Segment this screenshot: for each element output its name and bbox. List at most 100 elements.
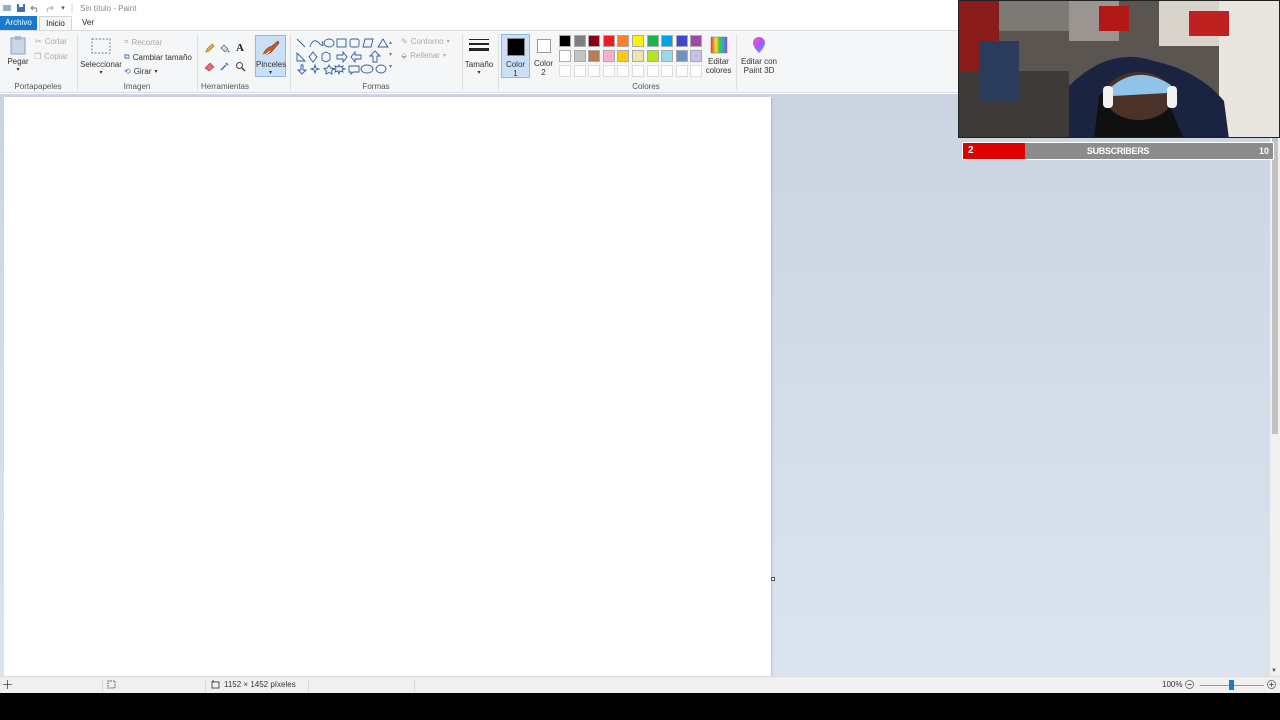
fill-icon: ⬙: [401, 51, 408, 60]
color-swatch[interactable]: [588, 50, 601, 62]
shapes-scroll[interactable]: ▴ ▾ ▾: [389, 37, 392, 73]
color-swatch[interactable]: [690, 50, 703, 62]
custom-color-slot[interactable]: [661, 65, 674, 77]
crosshair-icon: [3, 680, 12, 689]
edit-colors-line1: Editar: [708, 57, 729, 66]
shapes-gallery[interactable]: [295, 37, 395, 75]
color-swatch[interactable]: [675, 35, 688, 47]
color-swatch[interactable]: [661, 35, 674, 47]
color-swatch[interactable]: [602, 50, 615, 62]
custom-color-slot[interactable]: [588, 65, 601, 77]
outline-label: Contorno: [410, 37, 444, 46]
chevron-down-icon: ▾: [16, 67, 20, 73]
selection-size: [107, 680, 116, 689]
magnifier-icon[interactable]: [233, 59, 247, 73]
color-swatch[interactable]: [617, 50, 630, 62]
zoom-slider-thumb[interactable]: [1229, 680, 1234, 690]
color-picker-icon[interactable]: [217, 59, 231, 73]
color-swatch[interactable]: [573, 35, 586, 47]
divider: [102, 679, 103, 692]
rotate-button[interactable]: ⟲ Girar ▾: [124, 67, 158, 76]
color-swatch[interactable]: [588, 35, 601, 47]
tab-inicio[interactable]: Inicio: [39, 16, 72, 30]
color-swatch[interactable]: [573, 50, 586, 62]
color2-button[interactable]: Color 2: [530, 34, 557, 78]
resize-button[interactable]: ⧉ Cambiar tamaño: [124, 52, 192, 62]
color-swatch[interactable]: [661, 50, 674, 62]
color1-label: Color: [505, 60, 526, 69]
colors-group-label: Colores: [632, 82, 660, 91]
color-swatch[interactable]: [617, 35, 630, 47]
fill-button[interactable]: ⬙ Rellenar ▾: [401, 51, 446, 60]
subscriber-label: SUBSCRIBERS: [1086, 146, 1150, 156]
canvas-resize-handle[interactable]: [771, 577, 775, 581]
custom-color-slot[interactable]: [646, 65, 659, 77]
brushes-button[interactable]: Pinceles ▾: [255, 35, 286, 77]
select-button[interactable]: Seleccionar ▾: [80, 37, 122, 78]
outline-icon: ✎: [401, 37, 408, 46]
undo-icon[interactable]: [28, 0, 42, 16]
paint-app-icon[interactable]: [0, 0, 14, 16]
fill-label: Rellenar: [410, 51, 440, 60]
resize-label: Cambiar tamaño: [132, 52, 192, 62]
custom-color-slot[interactable]: [559, 65, 571, 77]
drawing-canvas[interactable]: [4, 97, 771, 676]
custom-color-slot[interactable]: [675, 65, 688, 77]
zoom-out-button[interactable]: [1185, 680, 1194, 689]
clipboard-group: Pegar ▾ ✂ Cortar ❐ Copiar Portapapeles: [0, 31, 76, 93]
color-swatch[interactable]: [690, 35, 703, 47]
size-button[interactable]: Tamaño ▾: [463, 37, 495, 78]
color2-label: Color: [533, 59, 554, 68]
divider: |: [70, 2, 74, 14]
color-swatch[interactable]: [602, 35, 615, 47]
custom-color-slot[interactable]: [690, 65, 703, 77]
paste-button[interactable]: Pegar ▾: [6, 35, 30, 75]
scroll-down-icon[interactable]: ▼: [1271, 668, 1277, 674]
status-bar: 1152 × 1452 píxeles 100%: [0, 676, 1280, 693]
redo-icon[interactable]: [42, 0, 56, 16]
color-swatch[interactable]: [559, 50, 571, 62]
dimensions-label: 1152 × 1452 píxeles: [224, 680, 296, 689]
crop-button[interactable]: ⌗ Recortar: [124, 37, 162, 47]
crop-label: Recortar: [131, 37, 163, 47]
fill-bucket-icon[interactable]: [217, 41, 231, 55]
color-swatch[interactable]: [559, 35, 571, 47]
custom-color-slot[interactable]: [617, 65, 630, 77]
custom-color-slot[interactable]: [573, 65, 586, 77]
tools-group-label: Herramientas: [200, 82, 249, 91]
color-swatch[interactable]: [675, 50, 688, 62]
eraser-icon[interactable]: [202, 59, 216, 73]
vertical-scrollbar[interactable]: ▼: [1270, 94, 1280, 676]
zoom-in-button[interactable]: [1267, 680, 1276, 689]
subscriber-goal: 10: [1258, 146, 1269, 156]
tab-ver[interactable]: Ver: [76, 16, 100, 30]
save-icon[interactable]: [14, 0, 28, 16]
custom-color-slot[interactable]: [632, 65, 644, 77]
line-size-icon: [469, 39, 489, 51]
clipboard-group-label: Portapapeles: [14, 82, 62, 91]
color-swatch[interactable]: [646, 35, 659, 47]
zoom-label: 100%: [1162, 680, 1183, 689]
selection-icon: [107, 680, 116, 689]
customize-quick-access-icon[interactable]: ▾: [56, 0, 70, 16]
divider: [308, 679, 309, 692]
chevron-down-icon: ▾: [477, 70, 481, 76]
color-swatch[interactable]: [646, 50, 659, 62]
outline-button[interactable]: ✎ Contorno ▾: [401, 37, 450, 46]
color-swatch[interactable]: [632, 35, 644, 47]
edit-colors-line2: colores: [705, 66, 732, 75]
brush-icon: [262, 40, 279, 56]
rainbow-palette-icon: [710, 36, 727, 54]
edit-colors-button[interactable]: Editar colores: [703, 35, 734, 75]
edit-paint3d-button[interactable]: Editar con Paint 3D: [738, 35, 780, 75]
color-swatch[interactable]: [632, 50, 644, 62]
pencil-icon[interactable]: [202, 41, 216, 55]
webcam-overlay: [958, 0, 1280, 138]
image-group: Seleccionar ▾ ⌗ Recortar ⧉ Cambiar tamañ…: [78, 31, 196, 93]
custom-color-slot[interactable]: [602, 65, 615, 77]
tab-archivo[interactable]: Archivo: [0, 16, 37, 30]
color1-button[interactable]: Color 1: [501, 34, 530, 78]
copy-button[interactable]: ❐ Copiar: [34, 52, 68, 61]
cut-button[interactable]: ✂ Cortar: [35, 37, 67, 46]
text-tool-icon[interactable]: A: [233, 41, 247, 55]
